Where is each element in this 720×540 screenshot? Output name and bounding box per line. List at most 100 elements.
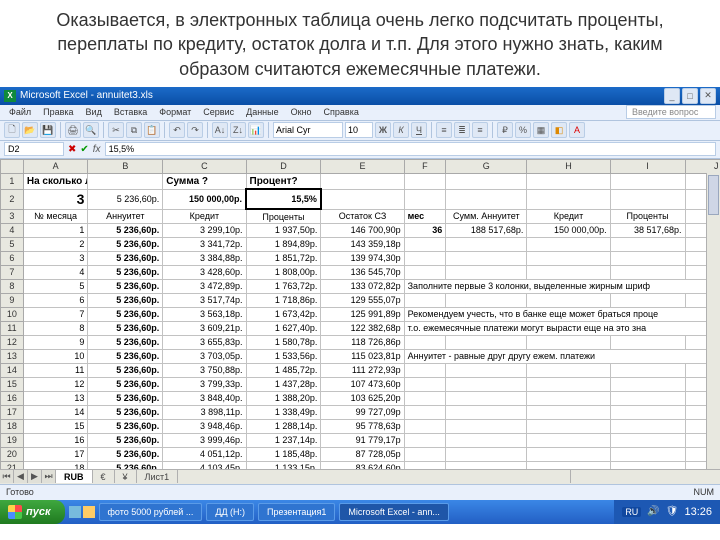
cell[interactable]: 15: [23, 419, 88, 433]
horizontal-scrollbar[interactable]: [570, 470, 720, 483]
cell[interactable]: [527, 335, 610, 349]
italic-icon[interactable]: К: [393, 122, 409, 138]
help-search-box[interactable]: Введите вопрос: [626, 105, 716, 119]
cell[interactable]: Аннуитет: [88, 209, 163, 223]
menu-file[interactable]: Файл: [4, 106, 36, 118]
cell[interactable]: 115 023,81р: [321, 349, 404, 363]
minimize-button[interactable]: _: [664, 88, 680, 104]
cell[interactable]: [610, 433, 685, 447]
cell[interactable]: [527, 377, 610, 391]
row-header[interactable]: 5: [1, 237, 24, 251]
col-header-B[interactable]: B: [88, 159, 163, 173]
cell[interactable]: 10: [23, 349, 88, 363]
font-color-icon[interactable]: A: [569, 122, 585, 138]
cell[interactable]: 87 728,05р: [321, 447, 404, 461]
cell[interactable]: 6: [23, 293, 88, 307]
percent-icon[interactable]: %: [515, 122, 531, 138]
cell[interactable]: [610, 293, 685, 307]
cell[interactable]: Сумма ?: [163, 173, 246, 189]
cell[interactable]: 5 236,60р.: [88, 419, 163, 433]
sort-desc-icon[interactable]: Z↓: [230, 122, 246, 138]
cell[interactable]: 5 236,60р.: [88, 349, 163, 363]
align-right-icon[interactable]: ≡: [472, 122, 488, 138]
cell[interactable]: Рекомендуем учесть, что в банке еще може…: [404, 307, 720, 321]
cell[interactable]: [446, 189, 527, 209]
cell[interactable]: [610, 405, 685, 419]
cell[interactable]: 3 609,21р.: [163, 321, 246, 335]
bold-icon[interactable]: Ж: [375, 122, 391, 138]
col-header-J[interactable]: J: [685, 159, 720, 173]
accept-formula-icon[interactable]: ✔: [80, 144, 88, 155]
cell[interactable]: 3 799,33р.: [163, 377, 246, 391]
cell[interactable]: 7: [23, 307, 88, 321]
currency-icon[interactable]: ₽: [497, 122, 513, 138]
cell[interactable]: [404, 391, 446, 405]
cell[interactable]: 16: [23, 433, 88, 447]
cell[interactable]: 1 718,86р.: [246, 293, 321, 307]
cell[interactable]: 1 388,20р.: [246, 391, 321, 405]
select-all-cell[interactable]: [1, 159, 24, 173]
menu-window[interactable]: Окно: [286, 106, 317, 118]
row-header[interactable]: 15: [1, 377, 24, 391]
cell[interactable]: 18: [23, 461, 88, 469]
cell[interactable]: [446, 405, 527, 419]
cell[interactable]: [404, 377, 446, 391]
cell[interactable]: [610, 173, 685, 189]
cell[interactable]: 143 359,18р: [321, 237, 404, 251]
cell[interactable]: 122 382,68р: [321, 321, 404, 335]
cell[interactable]: 5 236,60р.: [88, 335, 163, 349]
col-header-A[interactable]: A: [23, 159, 88, 173]
cell[interactable]: [446, 335, 527, 349]
cell[interactable]: 136 545,70р: [321, 265, 404, 279]
cell[interactable]: 5 236,60р.: [88, 321, 163, 335]
row-header[interactable]: 10: [1, 307, 24, 321]
cell[interactable]: Заполните первые 3 колонки, выделенные ж…: [404, 279, 720, 293]
col-header-D[interactable]: D: [246, 159, 321, 173]
cell[interactable]: 1 808,00р.: [246, 265, 321, 279]
cell[interactable]: [404, 173, 446, 189]
cell[interactable]: 1: [23, 223, 88, 237]
cell[interactable]: 1 580,78р.: [246, 335, 321, 349]
cell[interactable]: [404, 293, 446, 307]
cell[interactable]: [404, 419, 446, 433]
tab-nav-first-icon[interactable]: ⏮: [0, 470, 14, 483]
cell[interactable]: 3 563,18р.: [163, 307, 246, 321]
cell[interactable]: [404, 237, 446, 251]
tab-nav-next-icon[interactable]: ▶: [28, 470, 42, 483]
cell[interactable]: [404, 189, 446, 209]
cell[interactable]: [446, 237, 527, 251]
cell[interactable]: 3 750,88р.: [163, 363, 246, 377]
worksheet-grid[interactable]: A B C D E F G H I J 1 На сколько лет ? С…: [0, 159, 720, 469]
cell[interactable]: 8: [23, 321, 88, 335]
cell[interactable]: 5 236,60р.: [88, 307, 163, 321]
col-header-F[interactable]: F: [404, 159, 446, 173]
cell[interactable]: [446, 363, 527, 377]
cell[interactable]: [446, 251, 527, 265]
cell[interactable]: На сколько лет ?: [23, 173, 88, 189]
cell[interactable]: 38 517,68р.: [610, 223, 685, 237]
cell[interactable]: Процент?: [246, 173, 321, 189]
cancel-formula-icon[interactable]: ✖: [68, 144, 76, 155]
cell[interactable]: [404, 251, 446, 265]
cell[interactable]: [321, 173, 404, 189]
cell[interactable]: [527, 391, 610, 405]
cell[interactable]: 3 898,11р.: [163, 405, 246, 419]
cell[interactable]: [446, 293, 527, 307]
col-header-I[interactable]: I: [610, 159, 685, 173]
cell[interactable]: 3 517,74р.: [163, 293, 246, 307]
cell[interactable]: 83 624,60р: [321, 461, 404, 469]
cell[interactable]: 111 272,93р: [321, 363, 404, 377]
sheet-tab-active[interactable]: RUB: [56, 470, 93, 483]
cell[interactable]: [321, 189, 404, 209]
menu-view[interactable]: Вид: [81, 106, 107, 118]
cell[interactable]: 1 851,72р.: [246, 251, 321, 265]
cell[interactable]: [446, 391, 527, 405]
cell[interactable]: 3: [23, 189, 88, 209]
cell[interactable]: [527, 405, 610, 419]
cell[interactable]: 1 937,50р.: [246, 223, 321, 237]
row-header[interactable]: 3: [1, 209, 24, 223]
cell[interactable]: 188 517,68р.: [446, 223, 527, 237]
cell[interactable]: 107 473,60р: [321, 377, 404, 391]
cell[interactable]: Проценты: [246, 209, 321, 223]
fx-icon[interactable]: fx: [93, 144, 101, 155]
